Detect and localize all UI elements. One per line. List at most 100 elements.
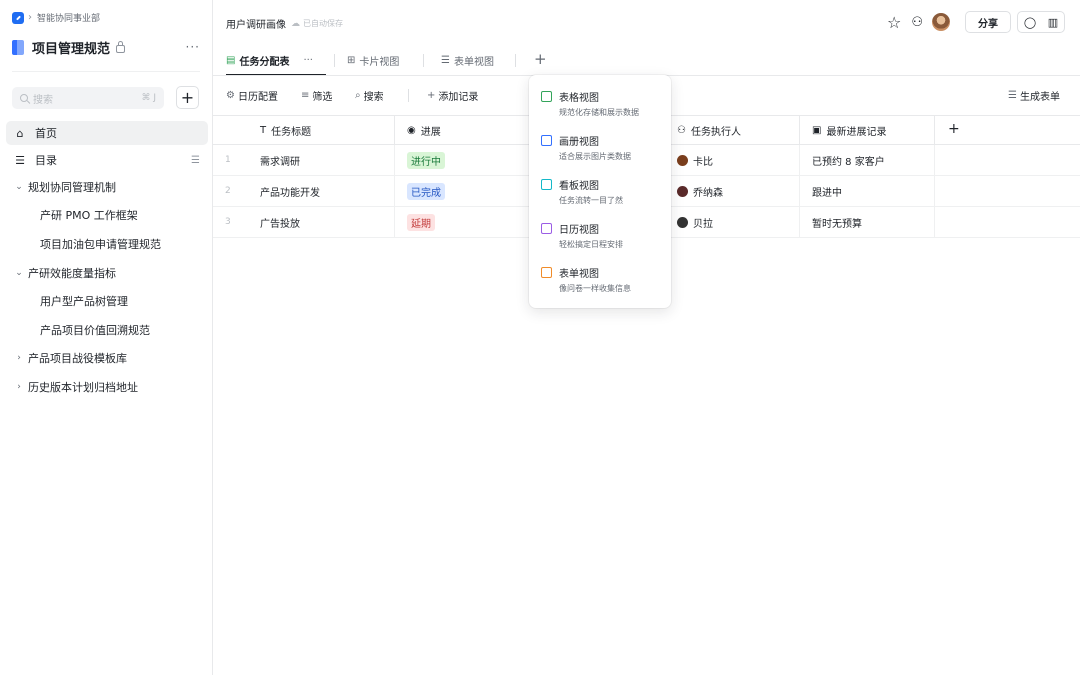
cell-record[interactable]: 已预约 8 家客户 <box>800 145 935 175</box>
outline-toggle-icon[interactable]: ☰ <box>191 155 200 166</box>
tree-item[interactable]: 用户型产品树管理 <box>40 289 128 313</box>
column-header-label: 最新进展记录 <box>826 127 887 138</box>
view-tabs: ▤ 任务分配表 ··· ⊞ 卡片视图 ☰ 表单视图 + <box>213 44 1080 76</box>
column-header-label: 进展 <box>420 127 441 138</box>
menu-item-gallery-view[interactable]: 画册视图 适合展示图片类数据 <box>541 132 663 168</box>
home-icon: ⌂ <box>16 126 24 140</box>
tree-item-label: 规划协同管理机制 <box>28 181 116 194</box>
menu-item-table-view[interactable]: 表格视图 规范化存储和展示数据 <box>541 88 663 124</box>
column-header-record[interactable]: ▣ 最新进展记录 <box>800 116 935 145</box>
menu-item-form-view[interactable]: 表单视图 像问卷一样收集信息 <box>541 264 663 300</box>
filter-button[interactable]: ≡ 筛选 <box>301 88 332 103</box>
tab-label: 表单视图 <box>453 56 494 68</box>
cell-record[interactable]: 跟进中 <box>800 176 935 206</box>
avatar[interactable] <box>932 13 950 31</box>
sidebar-panel-icon[interactable]: ▥ <box>1048 16 1058 29</box>
column-header-assignee[interactable]: ⚇ 任务执行人 <box>665 116 800 145</box>
tree-item[interactable]: 项目加油包申请管理规范 <box>40 232 161 256</box>
menu-item-desc: 像问卷一样收集信息 <box>559 284 631 293</box>
tab-separator <box>423 54 424 67</box>
menu-item-desc: 规范化存储和展示数据 <box>559 108 639 117</box>
cell-assignee[interactable]: 贝拉 <box>665 207 800 237</box>
search-button[interactable]: ⌕ 搜索 <box>355 88 384 103</box>
chevron-right-icon[interactable]: › <box>14 353 24 363</box>
tree-item-label: 产品项目价值回溯规范 <box>40 324 150 337</box>
tree-item[interactable]: 产品项目价值回溯规范 <box>40 318 150 342</box>
cell-title[interactable]: 需求调研 <box>248 145 395 175</box>
breadcrumb-label: 智能协同事业部 <box>37 14 101 24</box>
tree-item[interactable]: ⌄ 规划协同管理机制 <box>14 175 116 199</box>
sidebar-item-directory[interactable]: ☰ 目录 ☰ <box>6 148 208 172</box>
breadcrumb[interactable]: › 智能协同事业部 <box>12 11 100 24</box>
menu-item-desc: 任务流转一目了然 <box>559 196 623 205</box>
tab-more-icon[interactable]: ··· <box>303 55 313 66</box>
tree-item[interactable]: ⌄ 产研效能度量指标 <box>14 261 116 285</box>
add-page-button[interactable]: + <box>176 86 199 109</box>
generate-form-button[interactable]: ☰ 生成表单 <box>1008 88 1060 103</box>
text-field-icon: ▣ <box>812 125 822 136</box>
add-column-icon[interactable]: + <box>948 121 960 137</box>
share-button[interactable]: 分享 <box>965 11 1011 33</box>
more-options-icon[interactable]: ··· <box>186 40 200 54</box>
avatar <box>677 154 688 166</box>
grid-icon: ⊞ <box>347 54 356 66</box>
tree-item-label: 历史版本计划归档地址 <box>28 381 138 394</box>
sidebar-item-label: 首页 <box>35 127 57 140</box>
chevron-down-icon[interactable]: ⌄ <box>14 268 24 278</box>
search-placeholder: 搜索 <box>33 94 53 106</box>
chevron-right-icon: › <box>28 12 32 23</box>
menu-item-title: 画册视图 <box>559 137 599 148</box>
assignee-name: 乔纳森 <box>693 187 723 199</box>
cell-assignee[interactable]: 乔纳森 <box>665 176 800 206</box>
cell-title[interactable]: 产品功能开发 <box>248 176 395 206</box>
row-number: 1 <box>225 155 231 165</box>
tree-item-label: 产研 PMO 工作框架 <box>40 209 138 222</box>
tool-label: 日历配置 <box>237 92 278 103</box>
form-icon: ☰ <box>441 54 450 66</box>
add-record-button[interactable]: + 添加记录 <box>427 88 478 103</box>
add-view-icon[interactable]: + <box>534 50 547 68</box>
column-header-title[interactable]: T 任务标题 <box>248 116 395 145</box>
gear-icon: ⚙ <box>226 90 235 101</box>
form-icon: ☰ <box>1008 90 1017 101</box>
tree-item[interactable]: 产研 PMO 工作框架 <box>40 203 138 227</box>
tool-label: 添加记录 <box>438 92 479 103</box>
sidebar: › 智能协同事业部 项目管理规范 ··· 搜索 ⌘ J + ⌂ 首页 ☰ 目录 … <box>0 0 213 675</box>
calendar-config-button[interactable]: ⚙ 日历配置 <box>226 88 278 103</box>
chevron-right-icon[interactable]: › <box>14 382 24 392</box>
table-icon: ▤ <box>226 54 236 66</box>
add-collaborator-icon[interactable]: ⚇ <box>911 15 923 30</box>
cell-title[interactable]: 广告投放 <box>248 207 395 237</box>
tab-card-view[interactable]: ⊞ 卡片视图 <box>347 44 399 76</box>
cell-record[interactable]: 暂时无预算 <box>800 207 935 237</box>
sidebar-search-input[interactable]: 搜索 ⌘ J <box>12 87 164 109</box>
tree-item-label: 产研效能度量指标 <box>28 267 116 280</box>
app-logo-icon <box>12 11 24 24</box>
menu-item-kanban-view[interactable]: 看板视图 任务流转一目了然 <box>541 176 663 212</box>
add-view-menu: 表格视图 规范化存储和展示数据 画册视图 适合展示图片类数据 看板视图 任务流转… <box>529 75 671 308</box>
comment-icon[interactable]: ◯ <box>1024 16 1036 29</box>
lock-icon <box>116 41 126 53</box>
tree-item[interactable]: › 产品项目战役模板库 <box>14 346 127 370</box>
menu-item-title: 日历视图 <box>559 225 599 236</box>
space-title[interactable]: 项目管理规范 <box>12 38 126 57</box>
menu-item-calendar-view[interactable]: 日历视图 轻松搞定日程安排 <box>541 220 663 256</box>
chevron-down-icon[interactable]: ⌄ <box>14 182 24 192</box>
calendar-icon <box>541 223 552 234</box>
tool-label: 生成表单 <box>1019 92 1060 103</box>
cell-assignee[interactable]: 卡比 <box>665 145 800 175</box>
tab-task-table[interactable]: ▤ 任务分配表 ··· <box>226 44 326 76</box>
star-icon[interactable]: ☆ <box>887 13 901 32</box>
tab-form-view[interactable]: ☰ 表单视图 <box>441 44 494 76</box>
tab-label: 卡片视图 <box>359 56 400 68</box>
doc-title[interactable]: 用户调研画像 <box>226 16 286 31</box>
tab-label: 任务分配表 <box>239 56 290 68</box>
sidebar-divider <box>12 71 200 72</box>
status-badge: 已完成 <box>407 182 445 200</box>
row-number: 2 <box>225 186 231 196</box>
tree-item[interactable]: › 历史版本计划归档地址 <box>14 375 138 399</box>
status-badge: 进行中 <box>407 151 445 169</box>
menu-item-desc: 适合展示图片类数据 <box>559 152 631 161</box>
saved-status: 已自动保存 <box>303 19 343 28</box>
sidebar-item-home[interactable]: ⌂ 首页 <box>6 121 208 145</box>
